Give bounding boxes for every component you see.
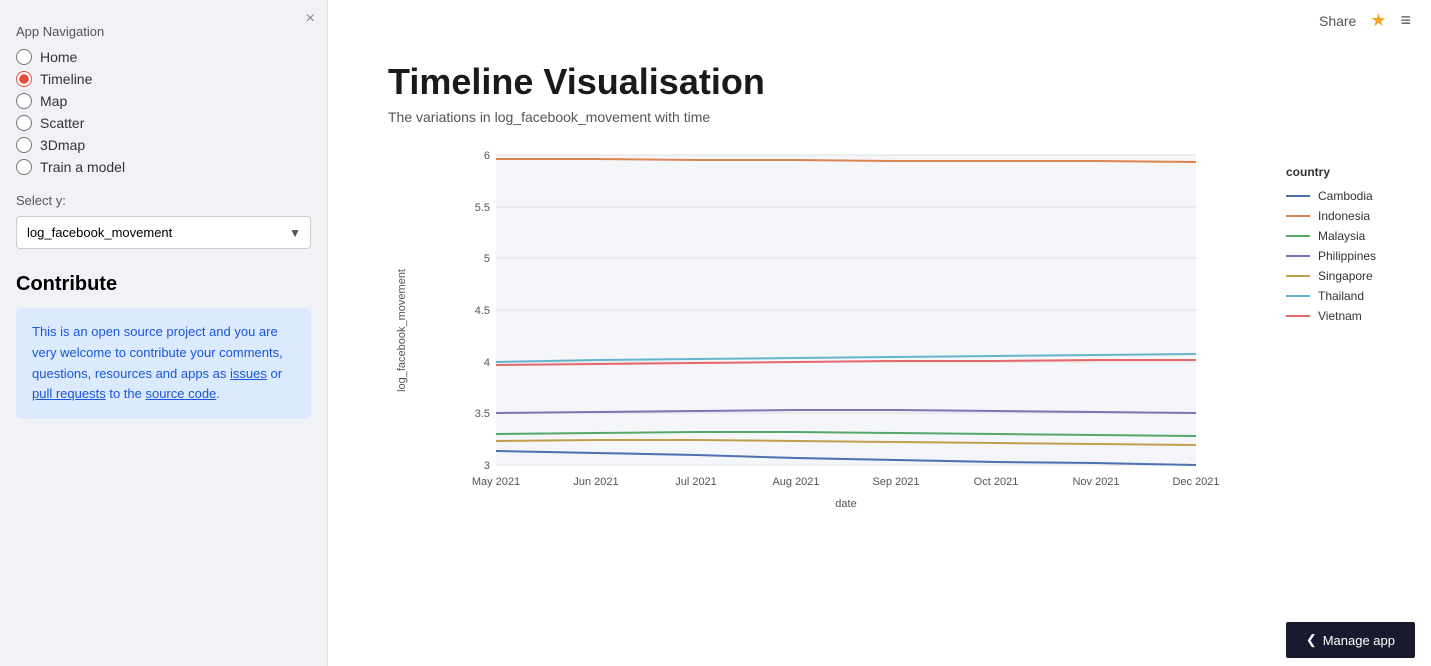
contribute-text-3: to the — [106, 386, 146, 401]
cambodia-label: Cambodia — [1318, 189, 1373, 203]
pull-requests-link[interactable]: pull requests — [32, 386, 106, 401]
nav-label: App Navigation — [16, 24, 311, 39]
legend-item-malaysia: Malaysia — [1286, 229, 1426, 243]
y-select[interactable]: log_facebook_movement — [16, 216, 311, 249]
legend-item-singapore: Singapore — [1286, 269, 1426, 283]
contribute-box: This is an open source project and you a… — [16, 308, 311, 419]
nav-label-home: Home — [40, 49, 77, 65]
share-label: Share — [1319, 13, 1356, 29]
thailand-label: Thailand — [1318, 289, 1364, 303]
vietnam-legend-line — [1286, 315, 1310, 317]
nav-item-map[interactable]: Map — [16, 93, 311, 109]
nav-radio-train[interactable] — [16, 159, 32, 175]
malaysia-legend-line — [1286, 235, 1310, 237]
nav-radio-scatter[interactable] — [16, 115, 32, 131]
page-title: Timeline Visualisation — [388, 61, 1371, 103]
y-tick-4.5: 4.5 — [475, 305, 490, 317]
legend-item-indonesia: Indonesia — [1286, 209, 1426, 223]
philippines-legend-line — [1286, 255, 1310, 257]
y-tick-5.5: 5.5 — [475, 202, 490, 214]
nav-item-home[interactable]: Home — [16, 49, 311, 65]
nav-radio-3dmap[interactable] — [16, 137, 32, 153]
chevron-left-icon: ❮ — [1306, 632, 1317, 648]
legend-title: country — [1286, 165, 1426, 179]
indonesia-legend-line — [1286, 215, 1310, 217]
issues-link[interactable]: issues — [230, 366, 267, 381]
contribute-text-4: . — [216, 386, 220, 401]
x-tick-jun: Jun 2021 — [573, 476, 618, 488]
legend-item-cambodia: Cambodia — [1286, 189, 1426, 203]
menu-icon[interactable]: ≡ — [1400, 10, 1411, 31]
x-tick-oct: Oct 2021 — [974, 476, 1019, 488]
nav-items: Home Timeline Map Scatter 3Dmap Train a model — [16, 49, 311, 175]
y-tick-5: 5 — [484, 253, 490, 265]
vietnam-label: Vietnam — [1318, 309, 1362, 323]
manage-app-label: Manage app — [1323, 633, 1395, 648]
y-axis-label: log_facebook_movement — [396, 269, 408, 392]
indonesia-label: Indonesia — [1318, 209, 1370, 223]
legend: country Cambodia Indonesia Malaysia — [1266, 145, 1426, 515]
contribute-text-2: or — [267, 366, 282, 381]
singapore-legend-line — [1286, 275, 1310, 277]
nav-label-map: Map — [40, 93, 67, 109]
y-tick-3.5: 3.5 — [475, 408, 490, 420]
nav-radio-map[interactable] — [16, 93, 32, 109]
nav-item-scatter[interactable]: Scatter — [16, 115, 311, 131]
y-tick-3: 3 — [484, 460, 490, 472]
nav-item-3dmap[interactable]: 3Dmap — [16, 137, 311, 153]
x-tick-jul: Jul 2021 — [675, 476, 717, 488]
y-select-wrapper: log_facebook_movement ▼ — [16, 216, 311, 249]
nav-item-train[interactable]: Train a model — [16, 159, 311, 175]
x-tick-may: May 2021 — [472, 476, 520, 488]
x-axis-label: date — [835, 498, 856, 510]
nav-radio-timeline[interactable] — [16, 71, 32, 87]
sidebar: × App Navigation Home Timeline Map Scatter 3… — [0, 0, 328, 666]
legend-item-thailand: Thailand — [1286, 289, 1426, 303]
x-tick-sep: Sep 2021 — [872, 476, 919, 488]
close-button[interactable]: × — [306, 10, 315, 28]
close-icon: × — [306, 10, 315, 27]
nav-label-train: Train a model — [40, 159, 125, 175]
topbar: Share ★ ≡ — [328, 0, 1431, 41]
source-code-link[interactable]: source code — [145, 386, 216, 401]
nav-radio-home[interactable] — [16, 49, 32, 65]
chart-svg: 3 3.5 4 4.5 5 5.5 6 May 2021 Jun 2021 Ju… — [446, 145, 1266, 515]
nav-label-timeline: Timeline — [40, 71, 92, 87]
legend-item-philippines: Philippines — [1286, 249, 1426, 263]
y-tick-6: 6 — [484, 150, 490, 162]
x-tick-aug: Aug 2021 — [772, 476, 819, 488]
x-tick-dec: Dec 2021 — [1172, 476, 1219, 488]
main-panel: Share ★ ≡ Timeline Visualisation The var… — [328, 0, 1431, 666]
legend-item-vietnam: Vietnam — [1286, 309, 1426, 323]
bottom-bar: ❮ Manage app — [328, 614, 1431, 666]
page-subtitle: The variations in log_facebook_movement … — [388, 109, 1371, 125]
thailand-legend-line — [1286, 295, 1310, 297]
contribute-title: Contribute — [16, 273, 311, 296]
chart-container: log_facebook_movement — [388, 145, 1371, 614]
content-area: Timeline Visualisation The variations in… — [328, 41, 1431, 614]
philippines-label: Philippines — [1318, 249, 1376, 263]
star-icon[interactable]: ★ — [1370, 10, 1386, 31]
nav-label-3dmap: 3Dmap — [40, 137, 85, 153]
cambodia-legend-line — [1286, 195, 1310, 197]
nav-item-timeline[interactable]: Timeline — [16, 71, 311, 87]
y-tick-4: 4 — [484, 357, 490, 369]
malaysia-label: Malaysia — [1318, 229, 1365, 243]
manage-app-button[interactable]: ❮ Manage app — [1286, 622, 1415, 658]
nav-label-scatter: Scatter — [40, 115, 84, 131]
x-tick-nov: Nov 2021 — [1072, 476, 1119, 488]
singapore-label: Singapore — [1318, 269, 1373, 283]
select-y-label: Select y: — [16, 193, 311, 208]
